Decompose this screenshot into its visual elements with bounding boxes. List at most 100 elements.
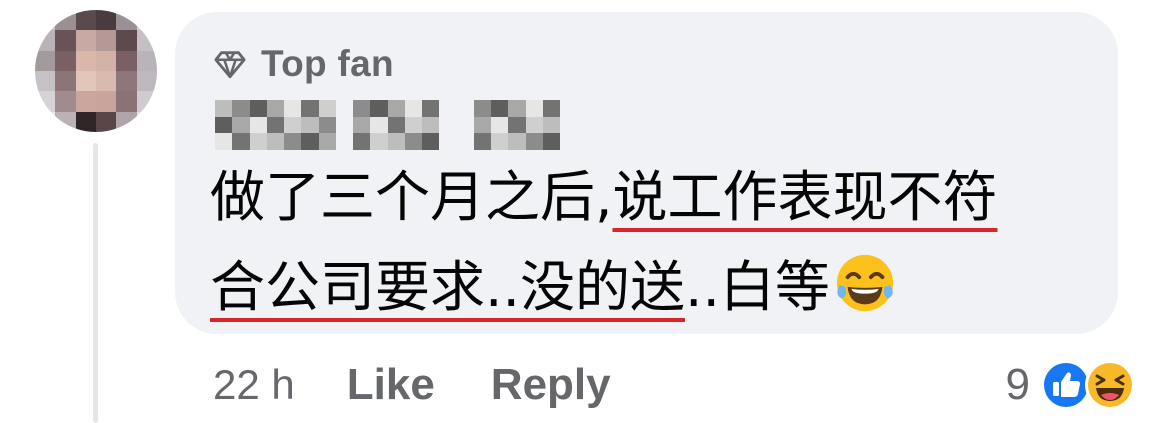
author-pixel <box>284 100 302 117</box>
author-pixel <box>439 116 457 134</box>
avatar-pixel <box>96 30 117 51</box>
author-pixel <box>525 133 543 150</box>
author-pixel <box>542 116 560 134</box>
avatar-pixel <box>55 10 76 31</box>
comment-text-part: 做了三个月之后, <box>210 165 613 229</box>
like-button[interactable]: Like <box>347 360 435 410</box>
author-pixel <box>404 133 422 150</box>
comment-text-part: ..白等 <box>684 255 830 319</box>
author-pixel <box>387 133 405 150</box>
author-pixel <box>456 100 474 117</box>
avatar-pixel <box>75 71 96 92</box>
comment-text-underlined: 合公司要求..没的送 <box>210 255 685 319</box>
reply-button[interactable]: Reply <box>491 360 611 410</box>
author-pixel <box>525 116 543 134</box>
author-pixel <box>353 133 371 150</box>
avatar-pixel <box>136 50 157 71</box>
avatar-pixel <box>136 30 157 51</box>
haha-reaction-icon <box>1085 360 1135 410</box>
author-pixel <box>318 100 336 117</box>
author-pixel <box>318 116 336 134</box>
author-pixel <box>439 133 457 150</box>
avatar-pixel <box>35 111 56 132</box>
avatar-pixel <box>116 111 137 132</box>
author-pixel <box>353 100 371 117</box>
avatar-pixel <box>75 10 96 31</box>
author-pixel <box>422 100 440 117</box>
author-pixel <box>335 133 353 150</box>
author-pixel <box>232 133 250 150</box>
badge-label: Top fan <box>261 43 394 84</box>
avatar-pixel <box>35 30 56 51</box>
avatar-pixel <box>96 111 117 132</box>
comment-text-underlined: 说工作表现不符 <box>612 165 998 229</box>
avatar-pixel <box>116 50 137 71</box>
author-pixel <box>335 100 353 117</box>
avatar-pixel <box>96 71 117 92</box>
author-pixel <box>473 116 491 134</box>
avatar-pixel <box>75 111 96 132</box>
author-pixel <box>473 133 491 150</box>
author-pixel <box>422 116 440 134</box>
avatar-pixel <box>55 30 76 51</box>
reaction-count: 9 <box>1005 360 1030 409</box>
avatar-pixel <box>136 10 157 31</box>
laughing-tears-icon <box>836 254 894 312</box>
avatar-pixel <box>96 10 117 31</box>
author-pixel <box>387 100 405 117</box>
avatar[interactable] <box>35 10 157 132</box>
author-pixel <box>491 116 509 134</box>
comment-text: 做了三个月之后,说工作表现不符 合公司要求..没的送..白等 <box>210 152 1090 332</box>
avatar-pixel <box>136 71 157 92</box>
author-pixel <box>232 100 250 117</box>
author-pixel <box>491 133 509 150</box>
avatar-pixel <box>55 71 76 92</box>
author-pixel <box>422 133 440 150</box>
avatar-pixel <box>136 91 157 112</box>
author-pixel <box>491 100 509 117</box>
author-pixel <box>404 116 422 134</box>
avatar-pixel <box>35 91 56 112</box>
author-pixel <box>542 133 560 150</box>
avatar-pixel <box>136 111 157 132</box>
author-pixel <box>542 100 560 117</box>
author-name-censored[interactable] <box>215 100 560 150</box>
author-pixel <box>456 116 474 134</box>
author-pixel <box>215 133 233 150</box>
author-pixel <box>439 100 457 117</box>
author-pixel <box>249 133 267 150</box>
author-pixel <box>266 116 284 134</box>
avatar-pixel <box>116 30 137 51</box>
avatar-pixel <box>96 50 117 71</box>
comment-actions: 22 h Like Reply <box>213 355 667 415</box>
thread-line <box>93 143 98 423</box>
author-pixel <box>301 100 319 117</box>
top-fan-badge: Top fan <box>213 40 394 88</box>
reactions-summary[interactable]: 9 <box>1006 355 1136 415</box>
avatar-pixel <box>116 71 137 92</box>
author-pixel <box>301 116 319 134</box>
avatar-pixel <box>35 10 56 31</box>
author-pixel <box>370 116 388 134</box>
avatar-pixel <box>55 50 76 71</box>
avatar-pixel <box>35 71 56 92</box>
author-pixel <box>370 100 388 117</box>
author-pixel <box>370 133 388 150</box>
author-pixel <box>249 100 267 117</box>
author-pixel <box>387 116 405 134</box>
avatar-pixel <box>75 30 96 51</box>
author-pixel <box>232 116 250 134</box>
avatar-pixel <box>55 91 76 112</box>
author-pixel <box>266 133 284 150</box>
author-pixel <box>473 100 491 117</box>
author-pixel <box>215 100 233 117</box>
author-pixel <box>525 100 543 117</box>
author-pixel <box>335 116 353 134</box>
author-pixel <box>249 116 267 134</box>
avatar-pixel <box>116 10 137 31</box>
author-pixel <box>456 133 474 150</box>
author-pixel <box>318 133 336 150</box>
author-pixel <box>508 116 526 134</box>
author-pixel <box>353 116 371 134</box>
timestamp[interactable]: 22 h <box>213 361 295 409</box>
